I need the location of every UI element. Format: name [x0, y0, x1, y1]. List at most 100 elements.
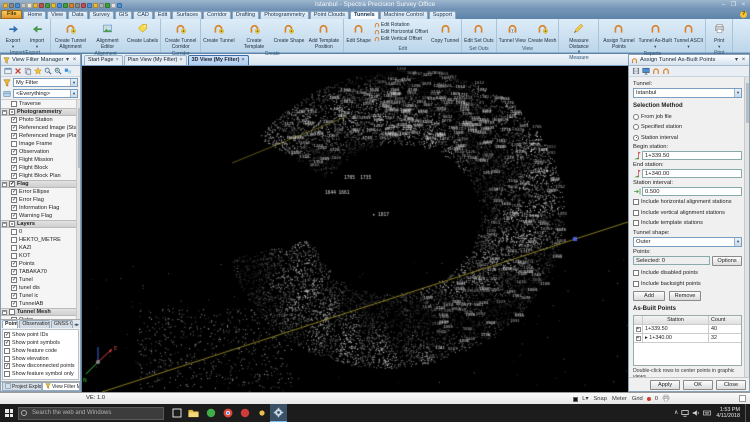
task-view-icon[interactable]: [168, 404, 185, 422]
ribbon-tab-support[interactable]: Support: [429, 11, 456, 19]
panel-tab-view-filter-ma-[interactable]: View Filter Ma.: [42, 382, 80, 391]
tree-item-kot[interactable]: KOT: [1, 252, 76, 260]
tree-checkbox[interactable]: [9, 309, 15, 315]
tree-checkbox[interactable]: [11, 141, 17, 147]
tree-item-error-flag[interactable]: ✓Error Flag: [1, 196, 76, 204]
tree-item-tunel-dis[interactable]: ✓tunel dis: [1, 284, 76, 292]
delete-icon[interactable]: [13, 67, 22, 76]
quick-access-icon[interactable]: [87, 3, 92, 8]
toggle-meter[interactable]: Meter: [611, 396, 628, 402]
toggle-grid[interactable]: Grid: [631, 396, 644, 402]
tree-item-0[interactable]: 0: [1, 228, 76, 236]
option-show-disconnected-points[interactable]: ✓Show disconnected points: [4, 362, 77, 370]
expand-icon[interactable]: +: [636, 327, 641, 332]
quick-access-icon[interactable]: [45, 3, 50, 8]
network-icon[interactable]: [681, 409, 689, 417]
ribbon-button-tunnel-view[interactable]: Tunnel View: [498, 20, 527, 45]
tree-item-points[interactable]: ✓Points: [1, 260, 76, 268]
ribbon-button-assign-tunnel-points[interactable]: Assign Tunnel Points: [600, 20, 637, 50]
ribbon-tab-data[interactable]: Data: [68, 11, 88, 19]
tree-item-photogrammetry[interactable]: –Photogrammetry: [1, 108, 76, 116]
tree-checkbox[interactable]: ✓: [11, 205, 17, 211]
tree-item-outer[interactable]: Outer: [1, 316, 76, 319]
ribbon-button-create-tunnel-alignment[interactable]: Create Tunnel Alignment: [52, 20, 89, 50]
checkbox[interactable]: [633, 281, 639, 287]
tree-item-tunnelab[interactable]: ✓TunnelAB: [1, 300, 76, 308]
swap-icon[interactable]: [63, 67, 72, 76]
flash-icon[interactable]: [33, 67, 42, 76]
start-button[interactable]: [0, 404, 18, 422]
chevron-down-icon[interactable]: ▾: [734, 238, 741, 246]
ribbon-tab-surfaces[interactable]: Surfaces: [172, 11, 202, 19]
radio-button[interactable]: [633, 114, 639, 120]
help-icon[interactable]: ?: [740, 11, 747, 18]
chevron-down-icon[interactable]: ▾: [734, 89, 741, 97]
tree-checkbox[interactable]: ✓: [11, 213, 17, 219]
toggle-snap[interactable]: Snap: [592, 396, 608, 402]
tree-item-information-flag[interactable]: ✓Information Flag: [1, 204, 76, 212]
tree-item-hekto-metre[interactable]: HEKTO_METRE: [1, 236, 76, 244]
app-icon-red[interactable]: [236, 404, 253, 422]
ribbon-button-import[interactable]: Import▾: [25, 20, 49, 49]
survey-office-icon[interactable]: [270, 404, 287, 422]
file-explorer-icon[interactable]: [185, 404, 202, 422]
tree-checkbox[interactable]: ✓: [11, 173, 17, 179]
magnifier-plus-icon[interactable]: [53, 67, 62, 76]
tree-checkbox[interactable]: ✓: [11, 149, 17, 155]
option-show-point-symbols[interactable]: ✓Show point symbols: [4, 339, 77, 347]
ribbon-button-tunnel-ascii[interactable]: Tunnel ASCII▾: [673, 20, 704, 50]
radio-specified-station[interactable]: Specified station: [633, 123, 742, 132]
quick-access-icon[interactable]: [15, 3, 20, 8]
app-icon-yellow[interactable]: [253, 404, 270, 422]
tree-checkbox[interactable]: ✓: [11, 117, 17, 123]
taskbar-clock[interactable]: 1:53 PM 4/11/2018: [714, 407, 742, 419]
chevron-down-icon[interactable]: ▾: [70, 90, 77, 97]
tree-scrollbar[interactable]: [76, 100, 80, 319]
tab-scroll-arrows[interactable]: ◂▸: [74, 322, 80, 328]
tree-item-warning-flag[interactable]: ✓Warning Flag: [1, 212, 76, 220]
option-show-elevation[interactable]: Show elevation: [4, 355, 77, 363]
magnifier-icon[interactable]: [43, 67, 52, 76]
option-checkbox[interactable]: [4, 356, 10, 362]
taskbar-search-input[interactable]: Search the web and Windows: [18, 407, 164, 420]
tree-item-traverse[interactable]: Traverse: [1, 100, 76, 108]
checkbox[interactable]: [633, 270, 639, 276]
show-desktop-button[interactable]: [745, 404, 748, 422]
close-panel-icon[interactable]: ×: [740, 56, 747, 65]
table-row[interactable]: +▸ 1+340.0032: [634, 334, 741, 343]
tree-checkbox[interactable]: [11, 229, 17, 235]
ribbon-button-edit-vertical-offset[interactable]: Edit Vertical Offset: [374, 36, 428, 42]
ribbon-button-create-labels[interactable]: Create Labels: [126, 20, 159, 50]
quick-access-toolbar[interactable]: [3, 3, 122, 8]
tree-checkbox[interactable]: [9, 221, 15, 227]
check-include-disabled-points[interactable]: Include disabled points: [633, 269, 742, 278]
add-button[interactable]: Add: [633, 291, 665, 301]
ribbon-button-edit-shape[interactable]: Edit Shape: [345, 20, 371, 45]
radio-button[interactable]: [633, 135, 639, 141]
chrome-icon[interactable]: [219, 404, 236, 422]
tree-checkbox[interactable]: ✓: [11, 157, 17, 163]
ribbon-tab-machine-control[interactable]: Machine Control: [380, 11, 428, 19]
quick-access-icon[interactable]: [9, 3, 14, 8]
tree-checkbox[interactable]: [11, 253, 17, 259]
minimize-button[interactable]: –: [720, 1, 727, 9]
quick-access-icon[interactable]: [39, 3, 44, 8]
tree-item-flight-block[interactable]: ✓Flight Block: [1, 164, 76, 172]
ribbon-button-copy-tunnel[interactable]: Copy Tunnel: [430, 20, 460, 45]
quick-access-icon[interactable]: [27, 3, 32, 8]
tree-checkbox[interactable]: ✓: [11, 269, 17, 275]
resize-grip[interactable]: [739, 395, 746, 402]
tree-checkbox[interactable]: [11, 317, 17, 319]
ribbon-button-edit-horizontal-offset[interactable]: Edit Horizontal Offset: [374, 29, 428, 35]
tree-checkbox[interactable]: ✓: [11, 301, 17, 307]
options-button[interactable]: Options: [712, 256, 742, 266]
ribbon-button-create-tunnel[interactable]: Create Tunnel: [202, 20, 235, 50]
ribbon-tab-home[interactable]: Home: [23, 11, 46, 19]
ribbon-button-measure-distance[interactable]: Measure Distance▾: [560, 20, 597, 54]
tree-checkbox[interactable]: ✓: [11, 293, 17, 299]
apply-button[interactable]: Apply: [650, 380, 680, 390]
tree-item-layers[interactable]: –Layers: [1, 220, 76, 228]
collapse-icon[interactable]: –: [2, 222, 7, 227]
file-menu-button[interactable]: File: [1, 10, 22, 19]
tree-item-tunnel-mesh[interactable]: –Tunnel Mesh: [1, 308, 76, 316]
